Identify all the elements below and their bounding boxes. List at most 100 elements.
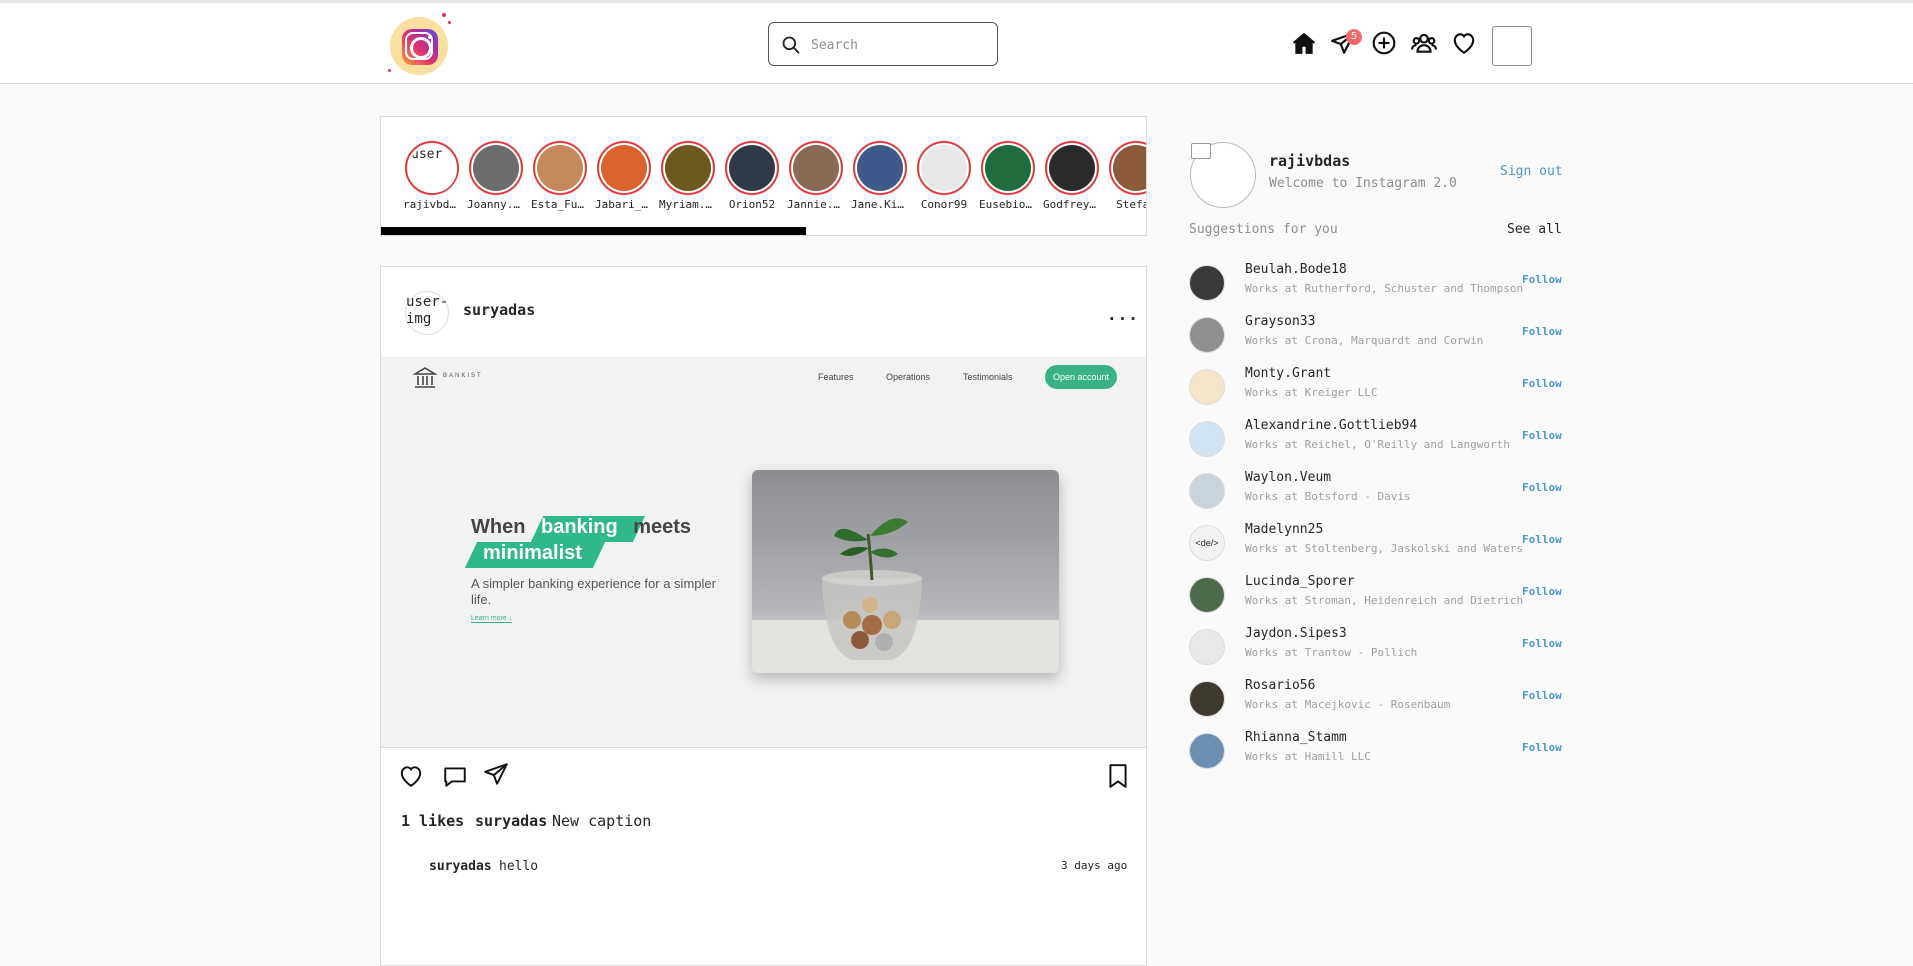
story-avatar xyxy=(1049,145,1095,191)
follow-button[interactable]: Follow xyxy=(1522,429,1562,442)
profile-avatar[interactable] xyxy=(1492,26,1532,66)
story-avatar xyxy=(665,145,711,191)
story-item[interactable]: Jabari_Jones xyxy=(595,141,653,211)
comment-username[interactable]: suryadas xyxy=(429,859,492,874)
story-item[interactable]: user rajivbdas xyxy=(403,141,461,211)
suggestion-avatar[interactable] xyxy=(1189,421,1225,457)
story-item[interactable]: Joanny.Hintz xyxy=(467,141,525,211)
suggestion-row: <de/> Madelynn25 Works at Stoltenberg, Jas… xyxy=(1189,522,1562,570)
suggestion-username[interactable]: Madelynn25 xyxy=(1245,522,1323,537)
current-user-avatar[interactable] xyxy=(1190,142,1256,208)
suggestion-row: Alexandrine.Gottlieb94 Works at Reichel, … xyxy=(1189,418,1562,466)
story-avatar xyxy=(921,145,967,191)
follow-button[interactable]: Follow xyxy=(1522,637,1562,650)
nav-operations: Operations xyxy=(886,372,931,382)
post-image[interactable]: BANKIST Features Operations Testimonials… xyxy=(381,357,1146,748)
caption-username[interactable]: suryadas xyxy=(475,812,547,830)
story-ring xyxy=(597,141,651,195)
follow-button[interactable]: Follow xyxy=(1522,325,1562,338)
story-ring xyxy=(725,141,779,195)
suggestion-username[interactable]: Grayson33 xyxy=(1245,314,1315,329)
nav-testimonials: Testimonials xyxy=(963,372,1013,382)
suggestion-username[interactable]: Rosario56 xyxy=(1245,678,1315,693)
headline-highlight: minimalist xyxy=(483,542,582,564)
like-icon[interactable] xyxy=(398,763,424,789)
story-avatar xyxy=(537,145,583,191)
story-item[interactable]: Godfrey.Hills xyxy=(1043,141,1101,211)
subheadline: A simpler banking experience for a simpl… xyxy=(471,576,716,607)
more-options-icon[interactable]: ... xyxy=(1107,305,1139,324)
people-icon[interactable] xyxy=(1411,30,1437,60)
caption-text: New caption xyxy=(552,812,652,830)
suggestion-avatar[interactable] xyxy=(1189,473,1225,509)
suggestion-avatar[interactable] xyxy=(1189,733,1225,769)
search-input[interactable] xyxy=(809,29,993,61)
suggestion-avatar[interactable] xyxy=(1189,317,1225,353)
story-item[interactable]: Jane.Kihn xyxy=(851,141,909,211)
share-icon[interactable] xyxy=(483,761,509,787)
suggestion-work: Works at Botsford - Davis xyxy=(1245,490,1411,503)
story-item[interactable]: Stefan xyxy=(1107,141,1146,211)
follow-button[interactable]: Follow xyxy=(1522,689,1562,702)
suggestion-username[interactable]: Beulah.Bode18 xyxy=(1245,262,1347,277)
suggestion-avatar[interactable] xyxy=(1189,681,1225,717)
suggestion-username[interactable]: Rhianna_Stamm xyxy=(1245,730,1347,745)
story-ring xyxy=(469,141,523,195)
story-item[interactable]: Orion52 xyxy=(723,141,781,211)
home-icon[interactable] xyxy=(1291,30,1317,60)
story-name: Esta_Fu... xyxy=(531,198,589,211)
story-item[interactable]: Myriam.Stoltenberg xyxy=(659,141,717,211)
suggestion-row: Rhianna_Stamm Works at Hamill LLC Follow xyxy=(1189,730,1562,778)
current-username[interactable]: rajivbdas xyxy=(1269,152,1350,170)
follow-button[interactable]: Follow xyxy=(1522,741,1562,754)
post-username[interactable]: suryadas xyxy=(463,301,535,319)
suggestion-avatar[interactable] xyxy=(1189,265,1225,301)
suggestion-username[interactable]: Waylon.Veum xyxy=(1245,470,1331,485)
follow-button[interactable]: Follow xyxy=(1522,585,1562,598)
instagram-logo[interactable] xyxy=(386,13,451,77)
story-name: Jannie.Ward xyxy=(787,198,845,211)
suggestions-title: Suggestions for you xyxy=(1189,222,1338,237)
stories-bar: user rajivbdas Joanny.Hintz Esta_Fu... Jabar… xyxy=(380,116,1147,236)
bookmark-icon[interactable] xyxy=(1105,763,1131,789)
see-all-button[interactable]: See all xyxy=(1507,222,1562,237)
suggestion-username[interactable]: Lucinda_Sporer xyxy=(1245,574,1355,589)
suggestion-row: Jaydon.Sipes3 Works at Trantow - Pollich F… xyxy=(1189,626,1562,674)
heart-icon[interactable] xyxy=(1451,30,1477,60)
headline-word: When xyxy=(471,516,526,538)
story-name: Myriam.Stoltenberg xyxy=(659,198,717,211)
story-item[interactable]: Conor99 xyxy=(915,141,973,211)
suggestion-work: Works at Stoltenberg, Jaskolski and Wate… xyxy=(1245,542,1524,555)
follow-button[interactable]: Follow xyxy=(1522,481,1562,494)
story-item[interactable]: Jannie.Ward xyxy=(787,141,845,211)
sign-out-button[interactable]: Sign out xyxy=(1500,164,1563,179)
suggestion-username[interactable]: Jaydon.Sipes3 xyxy=(1245,626,1347,641)
suggestion-avatar[interactable]: <de/> xyxy=(1189,525,1225,561)
story-ring xyxy=(1109,141,1146,195)
story-name: Conor99 xyxy=(920,198,968,211)
story-item[interactable]: Eusebio.Mills xyxy=(979,141,1037,211)
suggestion-work: Works at Trantow - Pollich xyxy=(1245,646,1418,659)
suggestion-avatar[interactable] xyxy=(1189,369,1225,405)
post-card: user-img suryadas ... BANKIST Features O… xyxy=(380,266,1147,966)
suggestion-avatar[interactable] xyxy=(1189,629,1225,665)
story-item[interactable]: Esta_Fu... xyxy=(531,141,589,211)
suggestion-work: Works at Crona, Marquardt and Corwin xyxy=(1245,334,1484,347)
stories-scrollbar[interactable] xyxy=(381,227,806,235)
suggestion-username[interactable]: Alexandrine.Gottlieb94 xyxy=(1245,418,1417,433)
story-avatar xyxy=(729,145,775,191)
logo-spark xyxy=(448,21,451,24)
new-post-icon[interactable] xyxy=(1371,30,1397,60)
story-name: rajivbdas xyxy=(403,198,461,211)
follow-button[interactable]: Follow xyxy=(1522,273,1562,286)
suggestion-row: Rosario56 Works at Macejkovic - Rosenbaum… xyxy=(1189,678,1562,726)
suggestion-row: Monty.Grant Works at Kreiger LLC Follow xyxy=(1189,366,1562,414)
suggestion-username[interactable]: Monty.Grant xyxy=(1245,366,1331,381)
comment-icon[interactable] xyxy=(442,763,468,789)
search-box[interactable] xyxy=(768,22,998,66)
top-navbar: 5 xyxy=(0,3,1913,84)
post-user-avatar[interactable]: user-img xyxy=(405,291,449,335)
follow-button[interactable]: Follow xyxy=(1522,533,1562,546)
follow-button[interactable]: Follow xyxy=(1522,377,1562,390)
suggestion-avatar[interactable] xyxy=(1189,577,1225,613)
